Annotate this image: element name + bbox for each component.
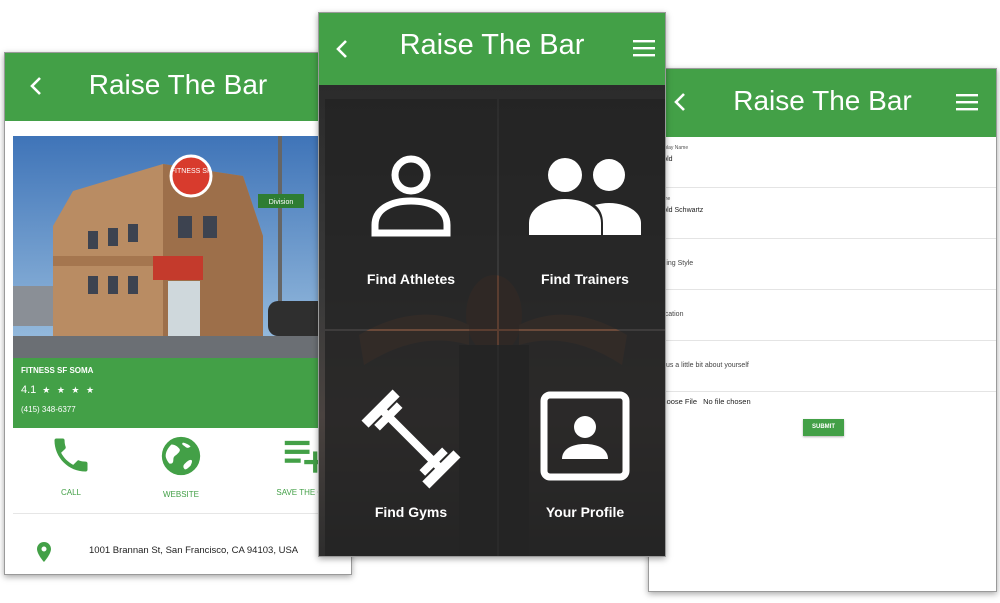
app-bar: Raise The Bar	[319, 13, 665, 85]
find-gyms-label: Find Gyms	[374, 504, 448, 520]
website-button[interactable]: WEBSITE	[126, 433, 236, 499]
address-row[interactable]: 1001 Brannan St, San Francisco, CA 94103…	[13, 513, 345, 573]
find-trainers-label: Find Trainers	[541, 271, 629, 287]
training-style-field[interactable]: aining Style	[649, 239, 996, 290]
app-bar: Raise The Bar	[649, 69, 996, 137]
submit-button[interactable]: SUBMIT	[803, 419, 844, 436]
gym-sign-text: FITNESS SF	[171, 168, 211, 175]
your-profile-tile[interactable]: Your Profile	[499, 331, 665, 556]
rating-value: 4.1	[21, 384, 37, 396]
your-profile-label: Your Profile	[545, 504, 625, 520]
showcase: Raise The Bar FITNESS SF Division FITNES…	[0, 0, 1000, 603]
people-icon	[499, 157, 665, 240]
gym-rating: 4.1 ★ ★ ★ ★	[21, 384, 337, 396]
call-label: CALL	[60, 488, 81, 497]
find-athletes-label: Find Athletes	[366, 271, 456, 287]
gym-actions: CALL WEBSITE SAVE THE GYM	[13, 433, 345, 513]
location-pin-icon	[37, 542, 51, 567]
bio-placeholder: ell us a little bit about yourself	[657, 362, 749, 369]
find-trainers-tile[interactable]: Find Trainers	[499, 99, 665, 329]
hamburger-menu-icon[interactable]	[633, 39, 655, 62]
file-status: No file chosen	[703, 397, 751, 406]
globe-icon	[161, 436, 201, 476]
gym-photo: FITNESS SF Division	[13, 136, 345, 358]
phone-icon	[54, 438, 88, 472]
app-title: Raise The Bar	[733, 85, 912, 116]
name-field[interactable]: Name rnold Schwartz	[649, 188, 996, 239]
file-upload-row: Choose File No file chosen	[657, 397, 751, 406]
app-bar: Raise The Bar	[5, 53, 351, 121]
profile-form: Display Name rnold Name rnold Schwartz a…	[649, 137, 996, 392]
gym-address: 1001 Brannan St, San Francisco, CA 94103…	[89, 545, 299, 556]
person-icon	[325, 155, 497, 242]
gym-name: FITNESS SF SOMA	[21, 366, 94, 375]
bio-field[interactable]: ell us a little bit about yourself	[649, 341, 996, 392]
find-gyms-tile[interactable]: Find Gyms	[325, 331, 497, 556]
location-field[interactable]: Location	[649, 290, 996, 341]
gym-phone: (415) 348-6377	[21, 405, 76, 414]
hamburger-menu-icon[interactable]	[956, 93, 978, 116]
find-athletes-tile[interactable]: Find Athletes	[325, 99, 497, 329]
gym-info-card: FITNESS SF SOMA 4.1 ★ ★ ★ ★ (415) 348-63…	[13, 358, 345, 428]
app-title: Raise The Bar	[399, 29, 585, 61]
website-label: WEBSITE	[162, 490, 199, 499]
call-button[interactable]: CALL	[16, 433, 126, 497]
rating-stars: ★ ★ ★ ★	[42, 384, 97, 395]
app-title: Raise The Bar	[88, 69, 268, 100]
profile-card-icon	[499, 391, 665, 486]
dashboard-grid: Find Athletes Find Trainers Find Gyms Yo…	[319, 85, 665, 556]
street-sign-text: Division	[269, 199, 294, 206]
dumbbell-icon	[325, 387, 497, 496]
profile-form-screen: Raise The Bar Display Name rnold Name rn…	[648, 68, 997, 592]
display-name-field[interactable]: Display Name rnold	[649, 137, 996, 188]
dashboard-screen: Raise The Bar Find Athletes Find Trainer…	[318, 12, 666, 557]
gym-detail-screen: Raise The Bar FITNESS SF Division FITNES…	[4, 52, 352, 575]
